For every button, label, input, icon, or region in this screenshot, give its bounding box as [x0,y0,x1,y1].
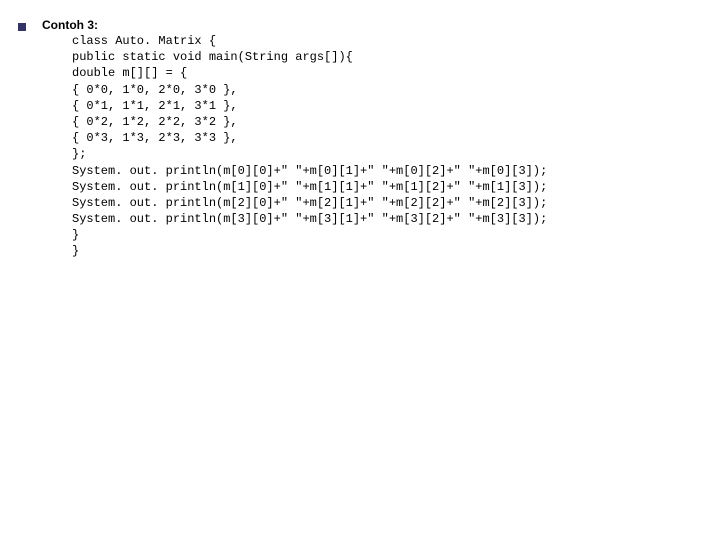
code-line: { 0*3, 1*3, 2*3, 3*3 }, [72,131,238,145]
code-line: public static void main(String args[]){ [72,50,353,64]
code-line: System. out. println(m[3][0]+" "+m[3][1]… [72,212,547,226]
code-line: { 0*1, 1*1, 2*1, 3*1 }, [72,99,238,113]
code-line: }; [72,147,86,161]
code-line: } [72,228,79,242]
code-line: System. out. println(m[0][0]+" "+m[0][1]… [72,164,547,178]
code-line: System. out. println(m[2][0]+" "+m[2][1]… [72,196,547,210]
code-line: { 0*0, 1*0, 2*0, 3*0 }, [72,83,238,97]
code-line: { 0*2, 1*2, 2*2, 3*2 }, [72,115,238,129]
code-block: class Auto. Matrix { public static void … [72,33,708,260]
code-line: class Auto. Matrix { [72,34,216,48]
content-block: Contoh 3: class Auto. Matrix { public st… [42,18,708,260]
slide: Contoh 3: class Auto. Matrix { public st… [0,0,720,540]
bullet-icon [18,23,26,31]
example-title: Contoh 3: [42,18,708,32]
code-line: System. out. println(m[1][0]+" "+m[1][1]… [72,180,547,194]
code-line: double m[][] = { [72,66,187,80]
code-line: } [72,244,79,258]
